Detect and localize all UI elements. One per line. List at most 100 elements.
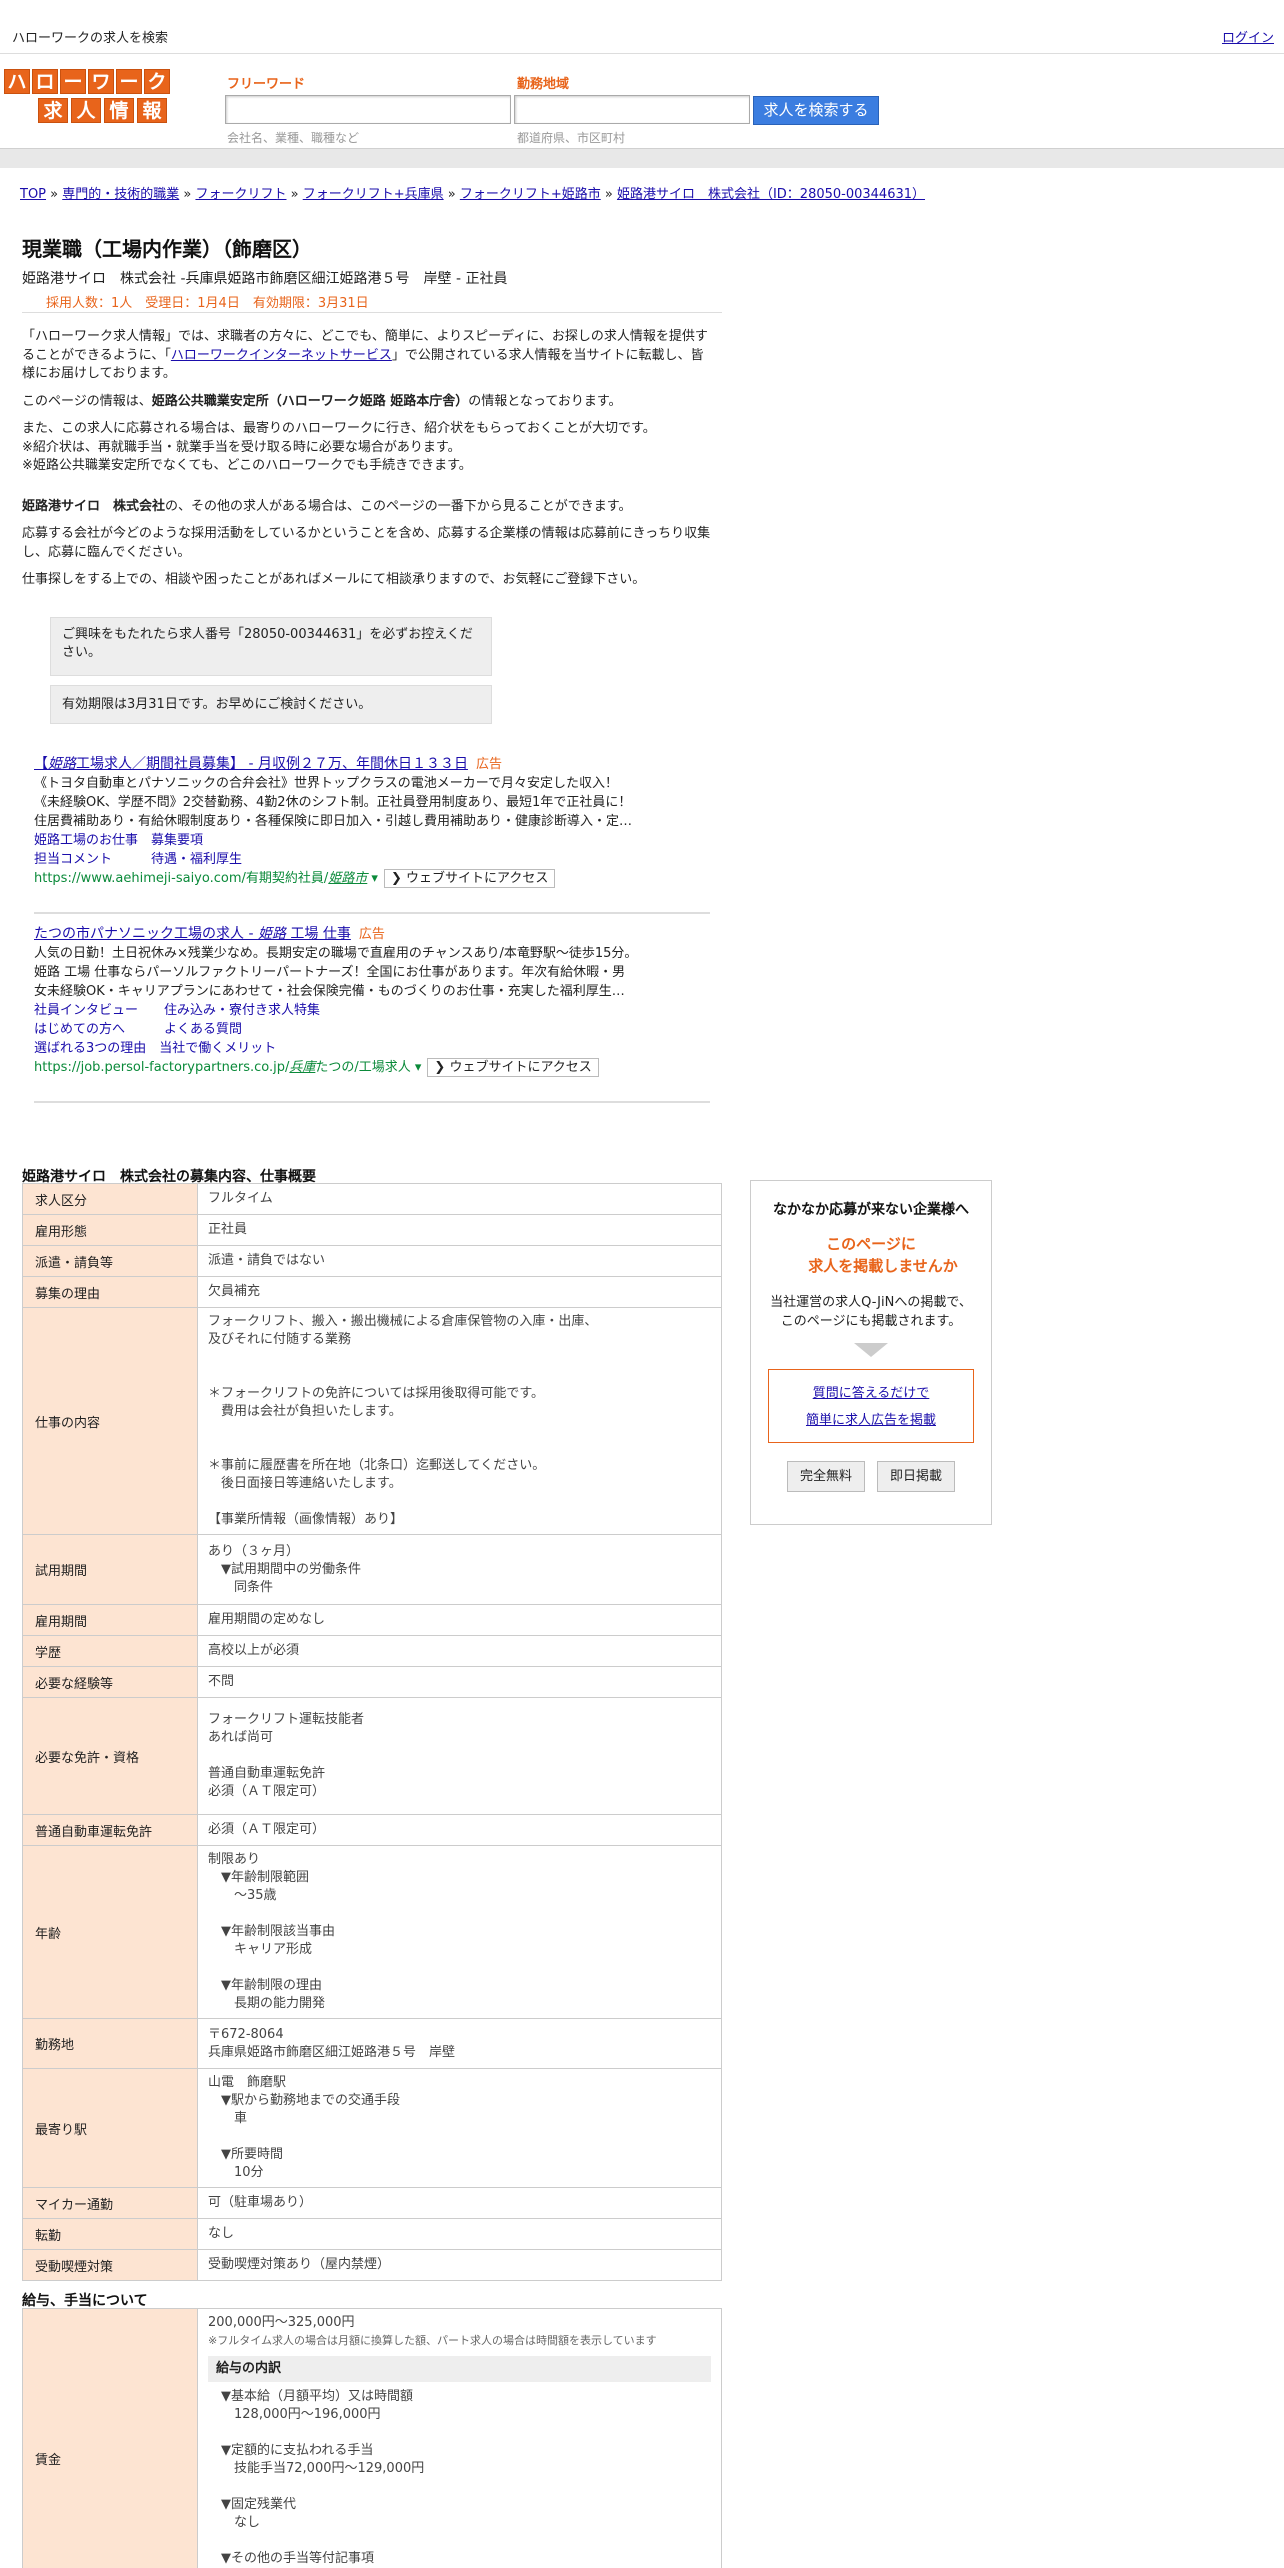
- row-value: 派遣・請負ではない: [197, 1245, 722, 1277]
- ad-url[interactable]: https://www.aehimeji-saiyo.com/有期契約社員/姫路…: [34, 871, 378, 886]
- row-label: マイカー通勤: [22, 2187, 198, 2219]
- ad-block: たつの市パナソニック工場の求人 - 姫路 工場 仕事 広告 人気の日勤！土日祝休み…: [34, 926, 638, 1077]
- ad-url[interactable]: https://job.persol-factorypartners.co.jp…: [34, 1060, 421, 1075]
- visit-website-button[interactable]: ❯ ウェブサイトにアクセス: [427, 1058, 599, 1077]
- breadcrumb-separator: »: [179, 187, 196, 202]
- row-label: 年齢: [22, 1845, 198, 2019]
- ad-sitelink[interactable]: 当社で働くメリット: [159, 1041, 276, 1056]
- promo-text: 当社運営の求人Q-JiNへの掲載で、 このページにも掲載されます。: [770, 1295, 972, 1329]
- table-row: 年齢 制限あり ▼年齢制限範囲 〜35歳 ▼年齢制限該当事由 キャリア形成 ▼年齢…: [22, 1845, 722, 2019]
- logo-char: 報: [137, 98, 167, 123]
- area-hint: 都道府県、市区町村: [517, 131, 626, 145]
- ad-sitelink[interactable]: 住み込み・寮付き求人特集: [164, 1003, 320, 1018]
- row-value: 高校以上が必須: [197, 1635, 722, 1667]
- breadcrumb-separator: »: [443, 187, 460, 202]
- ad-sitelink[interactable]: 姫路工場のお仕事: [34, 833, 138, 848]
- row-value: 山電 飾磨駅 ▼駅から勤務地までの交通手段 車 ▼所要時間 10分: [197, 2068, 722, 2188]
- row-label: 試用期間: [22, 1534, 198, 1605]
- top-bar: ハローワークの求人を検索 ログイン: [0, 0, 1284, 54]
- logo-char: 情: [104, 98, 134, 123]
- breadcrumb: TOP » 専門的・技術的職業 » フォークリフト » フォークリフト+兵庫県 …: [20, 183, 925, 202]
- row-label: 賃金: [22, 2308, 198, 2568]
- site-logo[interactable]: ハローワーク 求人情報: [4, 69, 180, 125]
- keyword-hint: 会社名、業種、職種など: [227, 131, 360, 145]
- row-label: 学歴: [22, 1635, 198, 1667]
- logo-char: ク: [144, 69, 170, 94]
- ad-sitelink[interactable]: はじめての方へ: [34, 1022, 125, 1037]
- visit-website-button[interactable]: ❯ ウェブサイトにアクセス: [383, 869, 556, 888]
- row-value: 制限あり ▼年齢制限範囲 〜35歳 ▼年齢制限該当事由 キャリア形成 ▼年齢制限…: [197, 1845, 722, 2019]
- salary-breakdown-heading: 給与の内訳: [208, 2356, 711, 2382]
- logo-char: ハ: [4, 69, 30, 94]
- breadcrumb-link[interactable]: フォークリフト+兵庫県: [303, 187, 444, 202]
- row-label: 勤務地: [22, 2018, 198, 2069]
- ad-title-link[interactable]: 【姫路工場求人／期間社員募集】 - 月収例２７万、年間休日１３３日: [34, 756, 468, 772]
- table-row: 試用期間 あり（３ヶ月） ▼試用期間中の労働条件 同条件: [22, 1534, 722, 1605]
- row-value: フルタイム: [197, 1183, 722, 1215]
- login-link[interactable]: ログイン: [1222, 27, 1274, 46]
- keyword-input[interactable]: [225, 95, 511, 124]
- logo-char: ー: [60, 69, 86, 94]
- table-row: 勤務地 〒672-8064 兵庫県姫路市飾磨区細江姫路港５号 岸壁: [22, 2018, 722, 2069]
- row-value: 〒672-8064 兵庫県姫路市飾磨区細江姫路港５号 岸壁: [197, 2018, 722, 2069]
- breadcrumb-link[interactable]: TOP: [20, 187, 46, 202]
- salary-table: 賃金 200,000円〜325,000円 ※フルタイム求人の場合は月額に換算した額…: [22, 2308, 722, 2568]
- promo-link[interactable]: 質問に答えるだけで: [813, 1386, 930, 1401]
- ad-sitelink[interactable]: 募集要項: [151, 833, 203, 848]
- job-header: 現業職（工場内作業）（飾磨区） 姫路港サイロ 株式会社 -兵庫県姫路市飾磨区細江…: [22, 233, 722, 311]
- search-button[interactable]: 求人を検索する: [753, 96, 879, 125]
- company-line: 姫路港サイロ 株式会社 -兵庫県姫路市飾磨区細江姫路港５号 岸壁 - 正社員: [22, 271, 508, 287]
- row-label: 必要な免許・資格: [22, 1697, 198, 1815]
- table-row: 派遣・請負等 派遣・請負ではない: [22, 1245, 722, 1277]
- row-value: あり（３ヶ月） ▼試用期間中の労働条件 同条件: [197, 1534, 722, 1605]
- table-row: 賃金 200,000円〜325,000円 ※フルタイム求人の場合は月額に換算した額…: [22, 2308, 722, 2568]
- breadcrumb-separator: »: [286, 187, 303, 202]
- row-value: フォークリフト、搬入・搬出機械による倉庫保管物の入庫・出庫、 及びそれに付随する…: [197, 1307, 722, 1535]
- ad-title-link[interactable]: たつの市パナソニック工場の求人 - 姫路 工場 仕事: [34, 926, 351, 942]
- row-value: 受動喫煙対策あり（屋内禁煙）: [197, 2249, 722, 2281]
- logo-char: ワ: [88, 69, 114, 94]
- row-label: 求人区分: [22, 1183, 198, 1215]
- free-badge[interactable]: 完全無料: [786, 1461, 865, 1492]
- same-day-badge[interactable]: 即日掲載: [877, 1461, 956, 1492]
- row-label: 受動喫煙対策: [22, 2249, 198, 2281]
- promo-link-box: 質問に答えるだけで 簡単に求人広告を掲載: [768, 1369, 974, 1443]
- ad-tag: 広告: [358, 927, 385, 942]
- row-label: 雇用期間: [22, 1604, 198, 1636]
- breadcrumb-link[interactable]: フォークリフト+姫路市: [460, 187, 601, 202]
- row-value: 正社員: [197, 1214, 722, 1246]
- breadcrumb-link[interactable]: フォークリフト: [195, 187, 286, 202]
- table-row: 学歴 高校以上が必須: [22, 1635, 722, 1667]
- job-number-note: ご興味をもたれたら求人番号「28050-00344631」を必ずお控えください。: [50, 617, 492, 676]
- details-table: 求人区分 フルタイム 雇用形態 正社員 派遣・請負等 派遣・請負ではない 募集の理由 欠員補充…: [22, 1183, 722, 2281]
- breadcrumb-separator: »: [600, 187, 617, 202]
- divider-band: [0, 148, 1284, 168]
- keyword-label: フリーワード: [227, 77, 306, 92]
- area-input[interactable]: [514, 95, 750, 124]
- job-title: 現業職（工場内作業）（飾磨区）: [22, 237, 312, 261]
- promo-headline: このページに 求人を掲載しませんか: [808, 1235, 958, 1275]
- row-label: 最寄り駅: [22, 2068, 198, 2188]
- divider: [34, 1101, 710, 1103]
- breadcrumb-link[interactable]: 専門的・技術的職業: [62, 187, 179, 202]
- ad-sitelink[interactable]: 待遇・福利厚生: [151, 852, 242, 867]
- row-label: 仕事の内容: [22, 1307, 198, 1535]
- row-value: 200,000円〜325,000円 ※フルタイム求人の場合は月額に換算した額、パー…: [197, 2308, 722, 2568]
- job-meta: 採用人数：1人 受理日：1月4日 有効期限：3月31日: [46, 296, 369, 311]
- breadcrumb-link[interactable]: 姫路港サイロ 株式会社（ID：28050-00344631）: [617, 187, 925, 202]
- row-value: 可（駐車場あり）: [197, 2187, 722, 2219]
- ad-sitelink[interactable]: 担当コメント: [34, 852, 112, 867]
- row-label: 雇用形態: [22, 1214, 198, 1246]
- table-row: 転勤 なし: [22, 2218, 722, 2250]
- ad-sitelink[interactable]: よくある質問: [164, 1022, 242, 1037]
- promo-link[interactable]: 簡単に求人広告を掲載: [806, 1413, 936, 1428]
- row-value: なし: [197, 2218, 722, 2250]
- hellowork-internet-link[interactable]: ハローワークインターネットサービス: [171, 348, 392, 363]
- table-row: 募集の理由 欠員補充: [22, 1276, 722, 1308]
- site-title: ハローワークの求人を検索: [12, 31, 169, 46]
- ad-sitelink[interactable]: 選ばれる3つの理由: [34, 1041, 146, 1056]
- row-value: 雇用期間の定めなし: [197, 1604, 722, 1636]
- ad-sitelink[interactable]: 社員インタビュー: [34, 1003, 138, 1018]
- table-row: 普通自動車運転免許 必須（ＡＴ限定可）: [22, 1814, 722, 1846]
- row-value: 必須（ＡＴ限定可）: [197, 1814, 722, 1846]
